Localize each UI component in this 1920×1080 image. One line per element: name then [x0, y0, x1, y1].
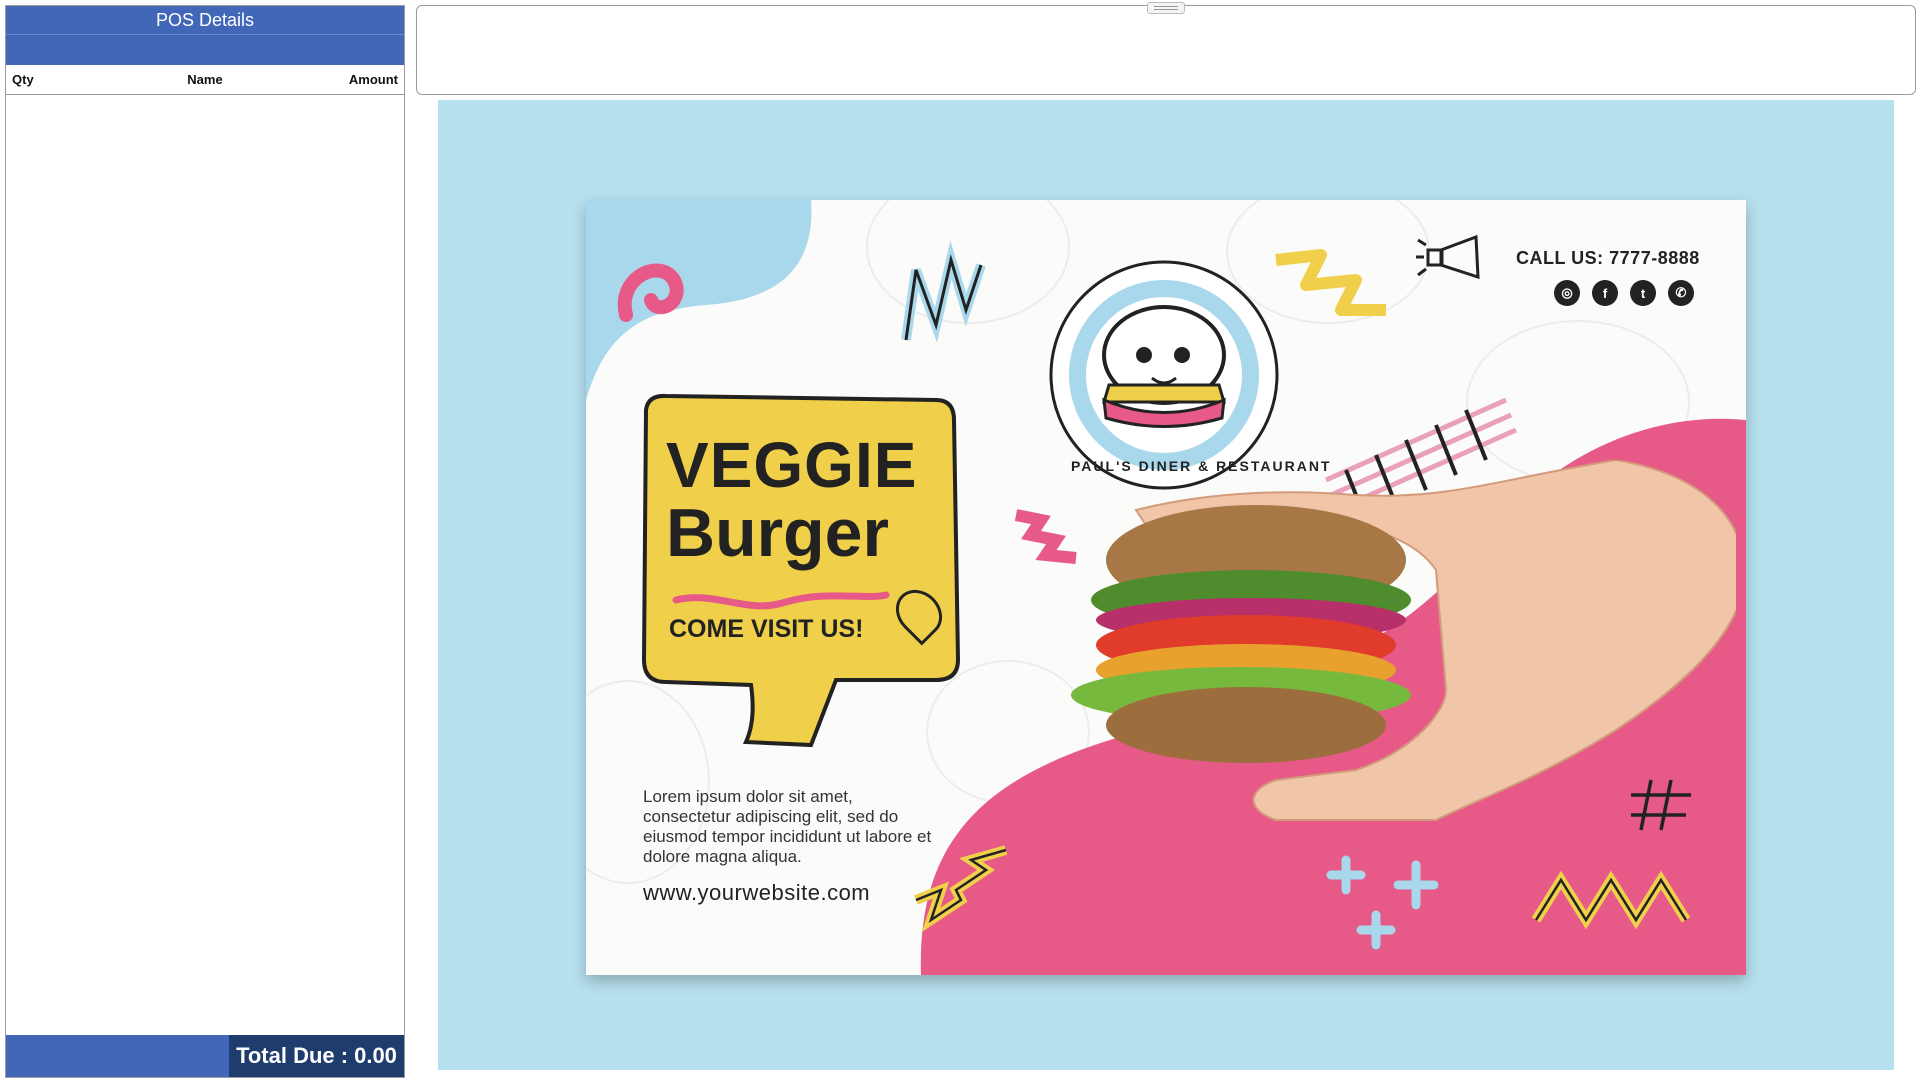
megaphone-icon [1416, 234, 1480, 280]
promo-flyer: VEGGIE Burger COME VISIT US! Lorem ipsum… [586, 200, 1746, 975]
whatsapp-icon[interactable]: ✆ [1668, 280, 1694, 306]
pos-app: POS Details Qty Name Amount Total Due : … [0, 0, 1920, 1080]
cta-text: COME VISIT US! [669, 615, 864, 643]
top-info-panel [416, 2, 1916, 95]
headline-line-2: Burger [666, 495, 889, 571]
pos-details-panel: POS Details Qty Name Amount Total Due : … [5, 5, 405, 1078]
total-due-box: Total Due : 0.00 [229, 1035, 404, 1077]
pos-column-headers: Qty Name Amount [6, 65, 404, 95]
total-due-value: 0.00 [354, 1043, 397, 1068]
pos-footer-bar: Total Due : 0.00 [6, 1035, 404, 1077]
body-text: Lorem ipsum dolor sit amet, consectetur … [643, 787, 932, 866]
total-due-label: Total Due : [236, 1043, 349, 1068]
facebook-icon[interactable]: f [1592, 280, 1618, 306]
pos-panel-title: POS Details [6, 6, 404, 34]
twitter-icon[interactable]: t [1630, 280, 1656, 306]
drag-handle-icon[interactable] [1147, 2, 1185, 14]
website-text: www.yourwebsite.com [643, 880, 871, 905]
social-icons: ◎ f t ✆ [1554, 280, 1694, 306]
instagram-icon[interactable]: ◎ [1554, 280, 1580, 306]
column-header-name[interactable]: Name [141, 72, 270, 87]
speech-bubble: VEGGIE Burger COME VISIT US! [636, 390, 966, 750]
phone-number: CALL US: 7777-8888 [1516, 248, 1700, 268]
customer-display-area: VEGGIE Burger COME VISIT US! Lorem ipsum… [438, 100, 1894, 1070]
column-header-qty[interactable]: Qty [12, 72, 141, 87]
pos-items-list[interactable] [6, 94, 404, 1033]
column-header-amount[interactable]: Amount [269, 72, 398, 87]
burger-photo [1071, 460, 1736, 821]
headline-line-1: VEGGIE [666, 429, 918, 501]
pos-subheader-bar [6, 34, 404, 65]
